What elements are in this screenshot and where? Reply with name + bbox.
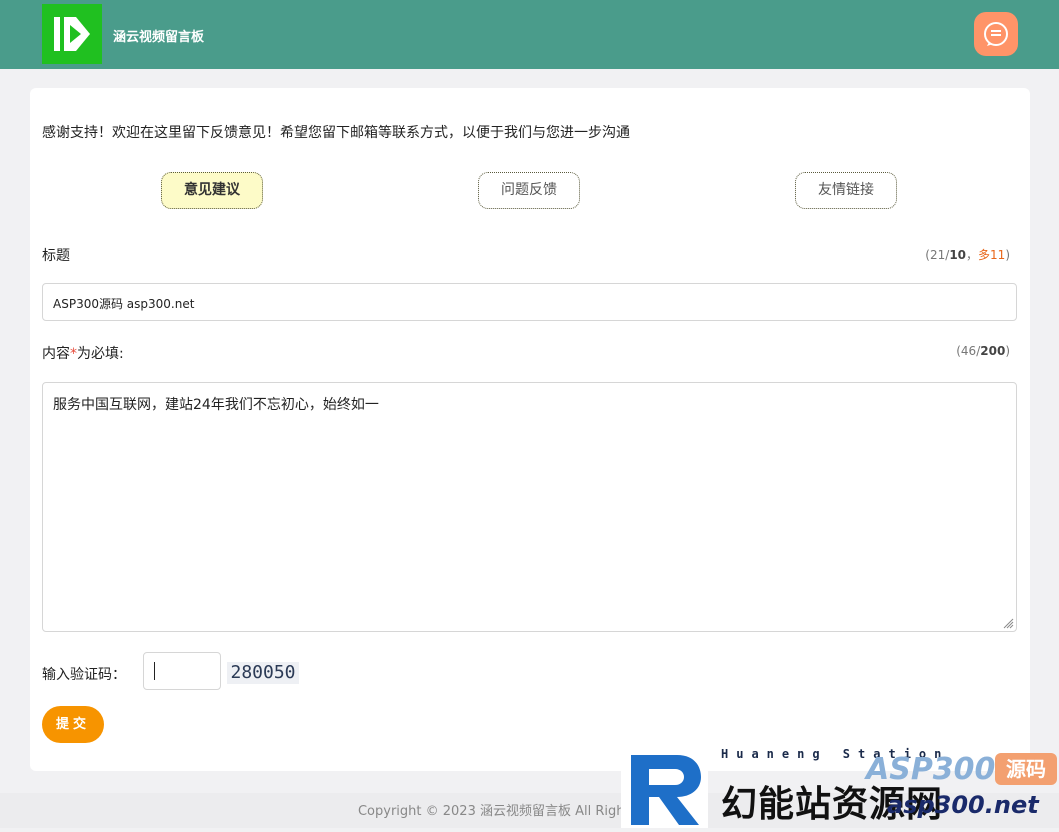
tab-issue-feedback[interactable]: 问题反馈: [478, 172, 580, 209]
title-over: 多11: [978, 248, 1006, 262]
captcha-input[interactable]: [143, 652, 221, 690]
chat-bubble-icon[interactable]: [974, 12, 1018, 56]
captcha-label: 输入验证码：: [42, 667, 126, 683]
content-textarea[interactable]: 服务中国互联网，建站24年我们不忘初心，始终如一: [42, 382, 1017, 632]
title-limit: 10: [949, 248, 967, 262]
top-bar: 涵云视频留言板: [0, 0, 1059, 69]
content-label: 内容*为必填:: [42, 343, 124, 363]
title-input-value: ASP300源码 asp300.net: [53, 297, 195, 311]
watermark-tag: 源码: [995, 753, 1057, 785]
play-logo-icon[interactable]: [42, 4, 102, 64]
title-count: 21: [929, 248, 946, 262]
content-counter: (46/200): [956, 344, 1010, 358]
watermark-logo: Huaneng Station 幻能站资源网 ASP300 源码 asp300.…: [621, 747, 1059, 828]
title-counter: (21/10，多11): [925, 248, 1010, 262]
watermark-brand: ASP300: [866, 752, 996, 787]
resize-handle-icon[interactable]: [1002, 617, 1014, 629]
feedback-card: 感谢支持！欢迎在这里留下反馈意见！希望您留下邮箱等联系方式，以便于我们与您进一步…: [30, 88, 1030, 771]
required-mark: *: [70, 346, 77, 362]
r-logo-icon: [621, 747, 708, 828]
text-caret: [154, 662, 155, 680]
content-label-suffix: 为必填:: [77, 346, 124, 362]
title-label: 标题: [42, 248, 70, 264]
title-input[interactable]: ASP300源码 asp300.net: [42, 283, 1017, 321]
watermark-url: asp300.net: [887, 791, 1039, 819]
site-title: 涵云视频留言板: [113, 30, 205, 45]
content-count: 46: [960, 344, 977, 358]
content-textarea-value: 服务中国互联网，建站24年我们不忘初心，始终如一: [53, 397, 379, 413]
tab-friend-links[interactable]: 友情链接: [795, 172, 897, 209]
captcha-image[interactable]: 280050: [227, 662, 299, 684]
intro-text: 感谢支持！欢迎在这里留下反馈意见！希望您留下邮箱等联系方式，以便于我们与您进一步…: [42, 125, 630, 141]
content-label-text: 内容: [42, 346, 70, 362]
content-limit: 200: [980, 344, 1006, 358]
submit-button[interactable]: 提交: [42, 706, 104, 743]
tab-suggestions[interactable]: 意见建议: [161, 172, 263, 209]
